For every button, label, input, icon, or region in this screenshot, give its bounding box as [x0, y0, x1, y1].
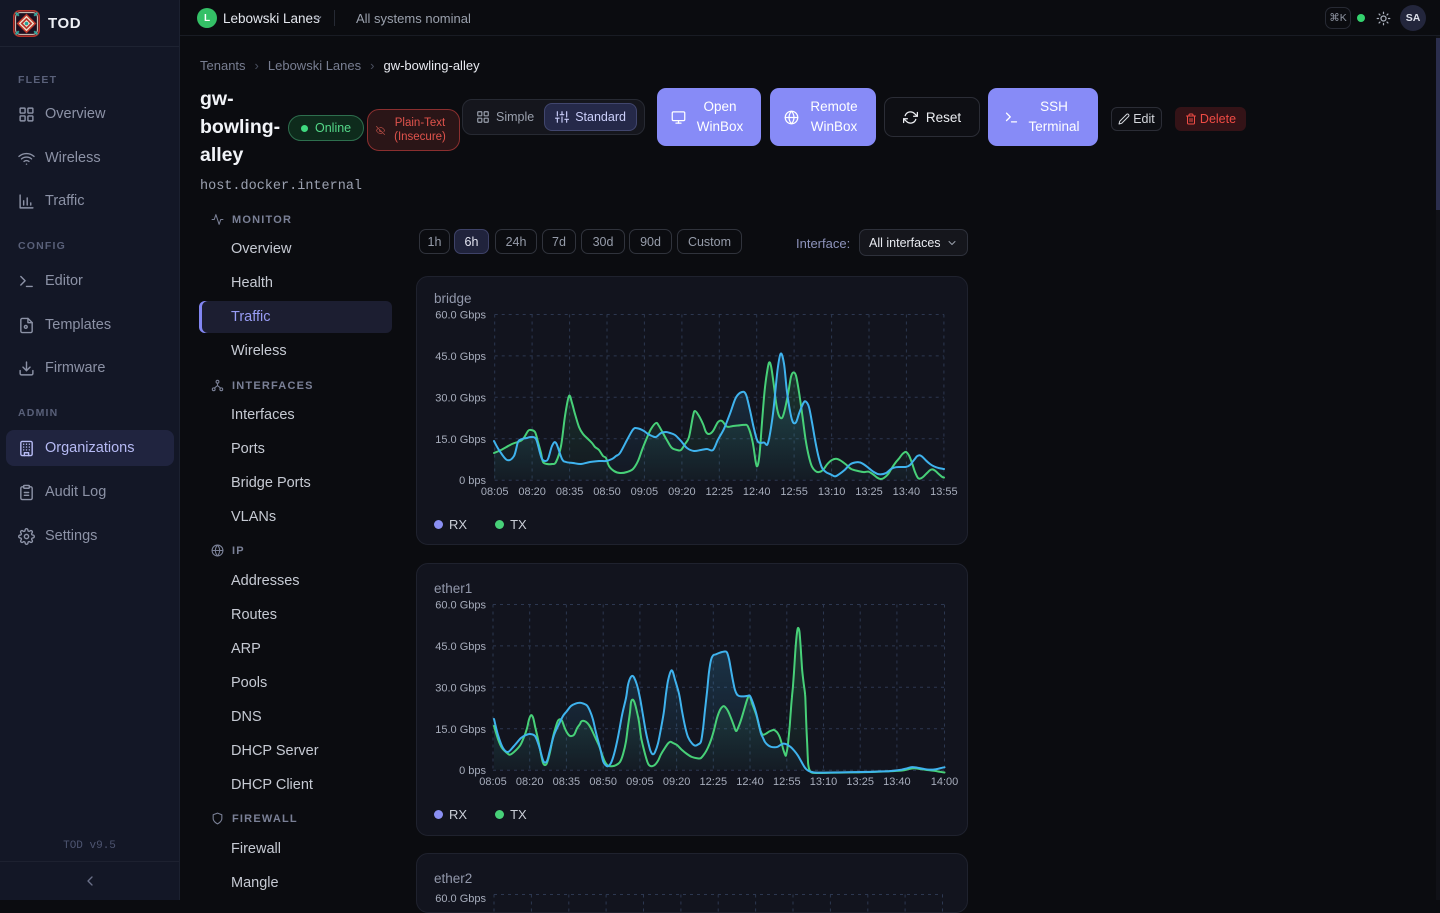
svg-text:08:05: 08:05 — [479, 776, 507, 788]
svg-text:60.0 Gbps: 60.0 Gbps — [435, 893, 486, 905]
svg-text:45.0 Gbps: 45.0 Gbps — [435, 641, 486, 653]
svg-text:12:55: 12:55 — [780, 486, 808, 498]
svg-text:13:25: 13:25 — [846, 776, 874, 788]
svg-text:30.0 Gbps: 30.0 Gbps — [435, 682, 486, 694]
svg-text:13:25: 13:25 — [855, 486, 883, 498]
svg-text:09:20: 09:20 — [663, 776, 691, 788]
svg-text:09:05: 09:05 — [626, 776, 654, 788]
svg-text:13:40: 13:40 — [883, 776, 911, 788]
svg-text:08:50: 08:50 — [593, 486, 621, 498]
svg-text:09:20: 09:20 — [668, 486, 696, 498]
svg-text:12:40: 12:40 — [736, 776, 764, 788]
svg-text:30.0 Gbps: 30.0 Gbps — [435, 392, 486, 404]
svg-text:12:40: 12:40 — [743, 486, 771, 498]
svg-text:60.0 Gbps: 60.0 Gbps — [435, 600, 486, 612]
svg-text:60.0 Gbps: 60.0 Gbps — [435, 310, 486, 322]
svg-text:13:10: 13:10 — [818, 486, 846, 498]
svg-text:13:55: 13:55 — [930, 486, 958, 498]
svg-text:12:25: 12:25 — [700, 776, 728, 788]
svg-text:13:40: 13:40 — [893, 486, 921, 498]
svg-text:15.0 Gbps: 15.0 Gbps — [435, 724, 486, 736]
svg-text:08:50: 08:50 — [589, 776, 617, 788]
svg-text:14:00: 14:00 — [931, 776, 959, 788]
svg-text:12:55: 12:55 — [773, 776, 801, 788]
svg-text:09:05: 09:05 — [631, 486, 659, 498]
svg-text:08:20: 08:20 — [516, 776, 544, 788]
svg-text:08:35: 08:35 — [556, 486, 584, 498]
svg-text:13:10: 13:10 — [810, 776, 838, 788]
svg-text:08:05: 08:05 — [481, 486, 509, 498]
svg-text:45.0 Gbps: 45.0 Gbps — [435, 351, 486, 363]
svg-text:12:25: 12:25 — [706, 486, 734, 498]
svg-text:08:35: 08:35 — [553, 776, 581, 788]
svg-text:15.0 Gbps: 15.0 Gbps — [435, 434, 486, 446]
svg-text:08:20: 08:20 — [518, 486, 546, 498]
